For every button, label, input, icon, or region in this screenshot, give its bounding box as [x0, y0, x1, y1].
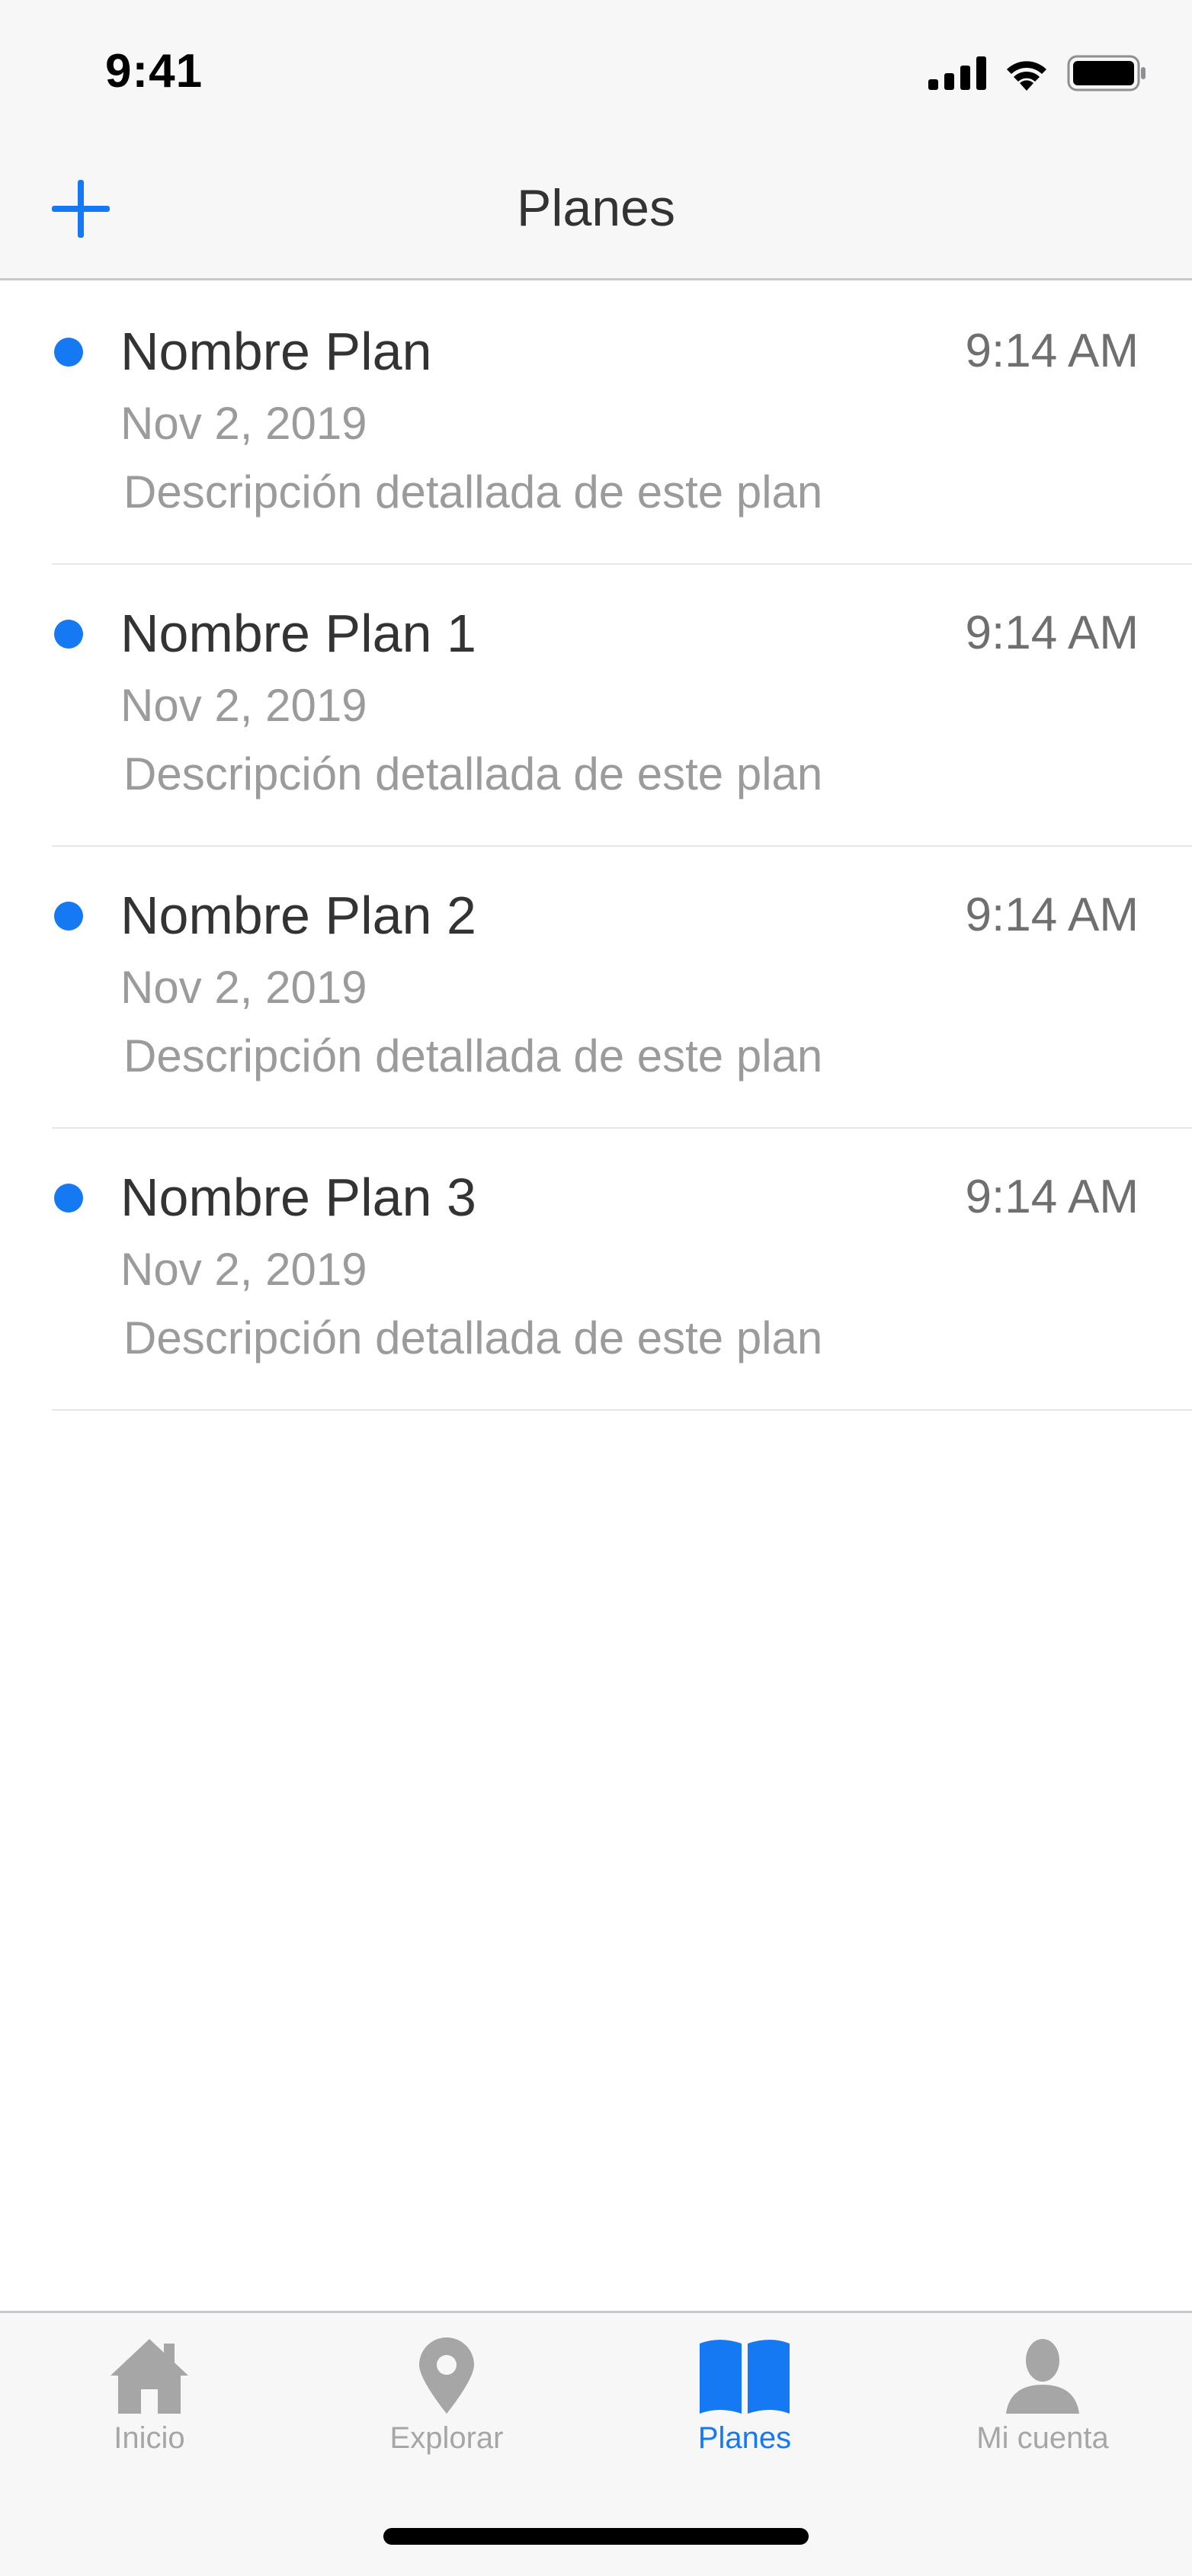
tab-explorar[interactable]: Explorar — [332, 2336, 561, 2473]
user-icon — [1006, 2339, 1079, 2414]
wifi-icon — [1007, 61, 1046, 91]
plan-description: Descripción detallada de este plan — [123, 466, 823, 517]
plan-description: Descripción detallada de este plan — [123, 1030, 823, 1081]
page-title: Planes — [517, 179, 675, 237]
plan-description: Descripción detallada de este plan — [123, 1312, 823, 1363]
home-icon — [111, 2339, 188, 2414]
plan-date: Nov 2, 2019 — [120, 962, 367, 1013]
tab-label: Planes — [697, 2421, 792, 2455]
tab-label: Inicio — [114, 2421, 185, 2455]
tab-label: Mi cuenta — [976, 2421, 1109, 2455]
signal-icon — [928, 56, 986, 90]
tab-bar: Inicio Explorar Planes Mi cuenta — [0, 2311, 1192, 2576]
tab-label: Explorar — [389, 2421, 504, 2455]
battery-icon — [1067, 55, 1146, 91]
plan-name: Nombre Plan 2 — [120, 886, 476, 945]
unread-dot-icon — [54, 620, 83, 649]
plan-name: Nombre Plan — [120, 322, 432, 381]
plan-date: Nov 2, 2019 — [120, 1244, 367, 1295]
plan-date: Nov 2, 2019 — [120, 680, 367, 731]
plan-name: Nombre Plan 1 — [120, 604, 476, 663]
plan-time: 9:14 AM — [965, 325, 1139, 377]
unread-dot-icon — [54, 338, 83, 367]
map-pin-icon — [419, 2337, 474, 2414]
unread-dot-icon — [54, 1184, 83, 1213]
status-time: 9:41 — [105, 45, 203, 98]
plan-date: Nov 2, 2019 — [120, 398, 367, 449]
plan-list-item[interactable]: Nombre Plan 9:14 AM Nov 2, 2019 Descripc… — [52, 283, 1192, 565]
tab-planes[interactable]: Planes — [630, 2336, 859, 2473]
tab-inicio[interactable]: Inicio — [35, 2336, 264, 2473]
plan-list-item[interactable]: Nombre Plan 2 9:14 AM Nov 2, 2019 Descri… — [52, 847, 1192, 1129]
tab-mi-cuenta[interactable]: Mi cuenta — [928, 2336, 1157, 2473]
home-indicator[interactable] — [383, 2528, 809, 2545]
plan-list-item[interactable]: Nombre Plan 1 9:14 AM Nov 2, 2019 Descri… — [52, 565, 1192, 847]
navigation-bar: Planes — [0, 145, 1192, 280]
unread-dot-icon — [54, 902, 83, 931]
plan-time: 9:14 AM — [965, 607, 1139, 659]
plan-list: Nombre Plan 9:14 AM Nov 2, 2019 Descripc… — [0, 283, 1192, 1411]
plan-time: 9:14 AM — [965, 889, 1139, 941]
plan-description: Descripción detallada de este plan — [123, 748, 823, 799]
book-icon — [700, 2340, 790, 2414]
status-icons — [928, 50, 1146, 96]
plan-name: Nombre Plan 3 — [120, 1168, 476, 1227]
status-bar: 9:41 — [0, 0, 1192, 145]
plan-time: 9:14 AM — [965, 1171, 1139, 1223]
plan-list-item[interactable]: Nombre Plan 3 9:14 AM Nov 2, 2019 Descri… — [52, 1129, 1192, 1411]
